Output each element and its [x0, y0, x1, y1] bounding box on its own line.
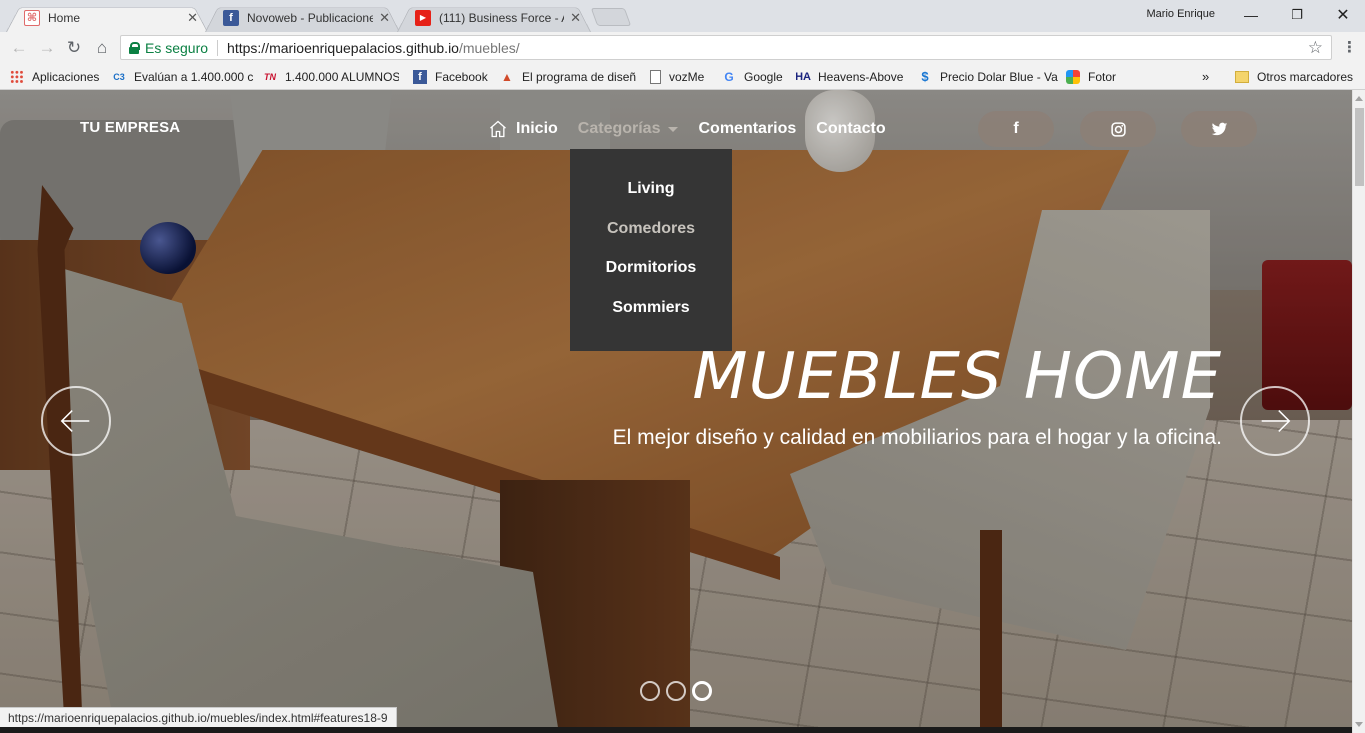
forward-arrow-icon[interactable]: →	[36, 37, 58, 59]
twitter-button[interactable]	[1181, 111, 1257, 147]
facebook-icon: f	[223, 9, 239, 26]
tab-title: Home	[48, 10, 81, 25]
bookmarks-bar: Aplicaciones C3 Evalúan a 1.400.000 c TN…	[0, 63, 1365, 90]
hero-title: MUEBLES HOME	[692, 340, 1222, 414]
dropdown-item-dormitorios[interactable]: Dormitorios	[570, 256, 732, 296]
bookmark-heavens-above[interactable]: HA Heavens-Above	[796, 68, 908, 85]
tab-novoweb[interactable]: f Novoweb - Publicaciones ✕	[205, 3, 400, 32]
bookmark-apps[interactable]: Aplicaciones	[10, 68, 105, 85]
bookmark-star-icon[interactable]: ☆	[1308, 38, 1323, 58]
url-host: https://marioenriquepalacios.github.io	[227, 39, 459, 56]
other-bookmarks[interactable]: Otros marcadores	[1235, 68, 1360, 85]
bookmark-programa[interactable]: ▲ El programa de diseñ	[500, 68, 637, 85]
site-brand[interactable]: TU EMPRESA	[80, 119, 180, 136]
close-icon[interactable]: ✕	[379, 10, 390, 26]
carousel-prev-button[interactable]	[41, 386, 111, 456]
minimize-icon[interactable]: —	[1236, 4, 1266, 26]
facebook-icon: f	[1013, 120, 1019, 137]
bookmark-fotor[interactable]: Fotor	[1066, 68, 1126, 85]
triangle-logo-icon: ▲	[501, 69, 513, 84]
bookmark-facebook[interactable]: f Facebook	[413, 68, 491, 85]
twitter-icon	[1211, 122, 1227, 135]
carousel-dot[interactable]	[666, 681, 686, 701]
bookmarks-overflow-button[interactable]: »	[1202, 68, 1216, 85]
dropdown-item-living[interactable]: Living	[570, 177, 732, 217]
tab-strip: ⌘ Home ✕ f Novoweb - Publicaciones ✕ ▶ (…	[0, 0, 1365, 32]
bookmark-dolar-blue[interactable]: $ Precio Dolar Blue - Va	[918, 68, 1058, 85]
dropdown-item-comedores[interactable]: Comedores	[570, 217, 732, 257]
bookmark-c3[interactable]: C3 Evalúan a 1.400.000 c	[112, 68, 254, 85]
document-icon	[650, 69, 661, 84]
site-nav: Inicio Categorías Comentarios Contacto	[488, 119, 906, 139]
home-outline-icon	[490, 120, 506, 138]
folder-icon	[1235, 70, 1249, 83]
tn-icon: TN	[264, 71, 276, 82]
google-icon: G	[724, 69, 734, 84]
page-viewport: TU EMPRESA Inicio Categorías Comentarios…	[0, 90, 1352, 733]
instagram-button[interactable]	[1080, 111, 1156, 147]
carousel-next-button[interactable]	[1240, 386, 1310, 456]
c3-icon: C3	[113, 71, 125, 82]
browser-toolbar: ← → ↻ ⌂ Es seguro https://marioenriquepa…	[0, 32, 1365, 63]
nav-categorias[interactable]: Categorías	[578, 120, 679, 138]
arrow-left-icon	[60, 410, 90, 432]
close-icon[interactable]: ✕	[570, 10, 581, 26]
categorias-dropdown: Living Comedores Dormitorios Sommiers	[570, 149, 732, 351]
nav-inicio[interactable]: Inicio	[488, 119, 558, 139]
page-scrollbar[interactable]	[1352, 90, 1365, 733]
tab-business-force[interactable]: ▶ (111) Business Force - AF ✕	[397, 3, 591, 32]
ha-icon: HA	[796, 70, 811, 83]
home-icon[interactable]: ⌂	[91, 37, 113, 59]
url-path: /muebles/	[458, 39, 520, 56]
bookmark-google[interactable]: G Google	[722, 68, 790, 85]
carousel-dot-active[interactable]	[692, 681, 712, 701]
dollar-icon: $	[921, 69, 929, 84]
new-tab-button[interactable]	[590, 8, 632, 26]
tab-home[interactable]: ⌘ Home ✕	[6, 3, 208, 32]
carousel-dot[interactable]	[640, 681, 660, 701]
caret-down-icon	[668, 126, 679, 132]
nav-contacto[interactable]: Contacto	[816, 120, 885, 138]
lock-icon	[129, 42, 140, 54]
tab-title: (111) Business Force - AF	[439, 10, 565, 25]
apps-grid-icon	[10, 69, 24, 84]
secure-label: Es seguro	[145, 39, 209, 56]
facebook-icon: f	[413, 69, 427, 84]
tab-title: Novoweb - Publicaciones	[247, 10, 374, 25]
bookmark-vozme[interactable]: vozMe	[650, 68, 712, 85]
address-bar[interactable]: Es seguro https://marioenriquepalacios.g…	[120, 35, 1332, 60]
instagram-icon	[1110, 121, 1126, 137]
arrow-right-icon	[1261, 410, 1291, 432]
facebook-button[interactable]: f	[978, 111, 1054, 147]
scroll-down-icon[interactable]	[1355, 722, 1363, 727]
profile-name[interactable]: Mario Enrique	[1147, 8, 1215, 20]
scroll-up-icon[interactable]	[1355, 96, 1363, 101]
nav-comentarios[interactable]: Comentarios	[698, 120, 796, 138]
back-arrow-icon[interactable]: ←	[8, 37, 30, 59]
scroll-thumb[interactable]	[1355, 108, 1364, 186]
hero-subtitle: El mejor diseño y calidad en mobiliarios…	[612, 426, 1222, 449]
page-icon: ⌘	[24, 9, 40, 26]
window-close-icon[interactable]: ✕	[1328, 4, 1358, 26]
youtube-icon: ▶	[415, 9, 431, 26]
close-icon[interactable]: ✕	[187, 10, 198, 26]
restore-icon[interactable]: ❐	[1282, 4, 1312, 26]
browser-menu-icon[interactable]: ⋮	[1342, 38, 1357, 56]
fotor-icon	[1066, 69, 1080, 84]
carousel-indicators	[640, 681, 712, 701]
link-status-bar: https://marioenriquepalacios.github.io/m…	[0, 707, 397, 728]
reload-icon[interactable]: ↻	[63, 37, 85, 59]
bookmark-tn[interactable]: TN 1.400.000 ALUMNOS	[263, 68, 399, 85]
dropdown-item-sommiers[interactable]: Sommiers	[570, 296, 732, 336]
